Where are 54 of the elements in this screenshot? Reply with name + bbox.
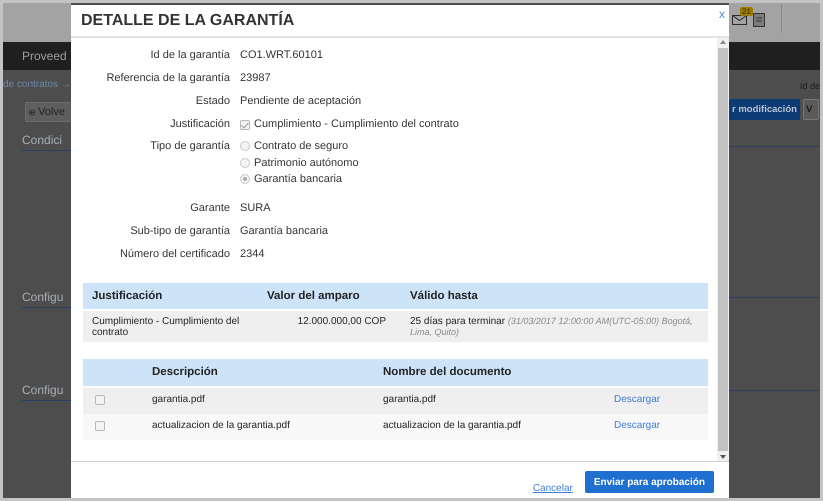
table-cell-text: garantia.pdf bbox=[151, 394, 206, 405]
radio-label: Contrato de seguro bbox=[254, 139, 348, 154]
scroll-up-icon[interactable] bbox=[719, 38, 727, 46]
mail-icon[interactable] bbox=[732, 13, 747, 25]
radio-button[interactable] bbox=[240, 174, 250, 184]
scrollbar[interactable] bbox=[717, 38, 729, 461]
table-cell-text: garantia.pdf bbox=[382, 394, 437, 405]
column-header: Valor del amparo bbox=[258, 282, 395, 310]
field-value: CO1.WRT.60101 bbox=[240, 49, 323, 61]
close-button[interactable]: x bbox=[719, 7, 725, 21]
field-value: SURA bbox=[240, 202, 271, 214]
field-label: Sub-tipo de garantía bbox=[129, 224, 230, 238]
table-cell-text: actualizacion de la garantia.pdf bbox=[151, 420, 291, 431]
action-button[interactable]: V bbox=[802, 99, 819, 120]
row-checkbox[interactable] bbox=[95, 394, 105, 404]
radio-label: Patrimonio autónomo bbox=[254, 156, 359, 170]
field-label: Estado bbox=[194, 94, 230, 109]
field-value: 23987 bbox=[240, 72, 271, 84]
field-label: Justificación bbox=[169, 117, 230, 132]
field-value: 2344 bbox=[240, 248, 264, 260]
checkbox-label: Cumplimiento - Cumplimiento del contrato bbox=[254, 117, 459, 132]
field-value: Pendiente de aceptación bbox=[240, 95, 362, 107]
field-label: Id de la garantía bbox=[149, 48, 230, 63]
checkbox[interactable] bbox=[240, 120, 250, 130]
table-cell-text: actualizacion de la garantia.pdf bbox=[382, 420, 522, 431]
breadcrumb-link[interactable]: de contratos → bbox=[3, 70, 71, 90]
column-header: Nombre del documento bbox=[382, 366, 512, 378]
header-bar bbox=[3, 3, 71, 42]
back-button[interactable]: Volve bbox=[25, 102, 71, 122]
submit-button[interactable]: Enviar para aprobación bbox=[584, 471, 714, 493]
column-header: Válido hasta bbox=[395, 282, 708, 310]
field-label: Referencia de la garantía bbox=[105, 71, 230, 86]
table-cell: Cumplimiento - Cumplimiento del contrato bbox=[92, 316, 240, 338]
row-checkbox[interactable] bbox=[95, 420, 105, 430]
download-link[interactable]: Descargar bbox=[614, 394, 660, 405]
radio-button[interactable] bbox=[240, 141, 250, 152]
cancel-link[interactable]: Cancelar bbox=[532, 483, 573, 494]
table-cell: 25 días para terminar (31/03/2017 12:00:00 AM(UTC-05:00) Bogotá, Lima, Quito) bbox=[410, 316, 693, 338]
radio-label: Garantía bancaria bbox=[254, 172, 342, 187]
dialog-title: DETALLE DE LA GARANTÍA bbox=[81, 12, 294, 30]
download-link[interactable]: Descargar bbox=[614, 420, 660, 431]
document-icon[interactable] bbox=[753, 13, 765, 27]
column-header: Justificación bbox=[83, 282, 258, 310]
field-label: Tipo de garantía bbox=[149, 139, 230, 154]
column-header: Descripción bbox=[151, 366, 219, 378]
field-label: Número del certificado bbox=[118, 246, 230, 262]
nav-label[interactable]: Proveed bbox=[3, 49, 67, 63]
table-cell: 12.000.000,00 COP bbox=[298, 316, 386, 326]
scroll-down-icon[interactable] bbox=[719, 453, 727, 461]
field-value: Garantía bancaria bbox=[240, 224, 328, 236]
radio-button[interactable] bbox=[240, 158, 250, 168]
field-label: Garante bbox=[189, 200, 230, 216]
notification-badge: 21 bbox=[740, 7, 753, 16]
action-button[interactable]: r modificación bbox=[729, 99, 800, 120]
